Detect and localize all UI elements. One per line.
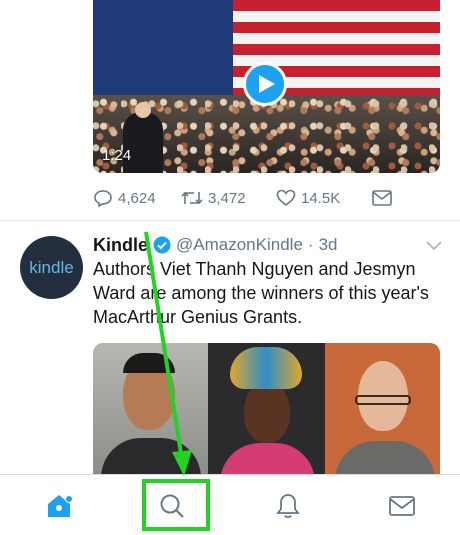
handle-separator: ·	[307, 235, 314, 254]
verified-badge-icon	[153, 236, 171, 254]
like-count: 14.5K	[301, 189, 341, 207]
play-button[interactable]	[243, 62, 287, 106]
heart-icon	[276, 189, 296, 207]
author-handle[interactable]: @AmazonKindle	[176, 235, 303, 255]
media-photo-2[interactable]	[208, 343, 325, 478]
play-icon	[258, 75, 275, 93]
video-duration: 1:24	[102, 147, 132, 164]
media-photo-3[interactable]	[325, 343, 440, 478]
direct-message-button[interactable]	[371, 189, 393, 207]
tweet-header: Kindle @AmazonKindle · 3d	[93, 233, 338, 257]
tab-messages[interactable]	[362, 475, 442, 535]
retweet-icon	[181, 191, 203, 205]
retweet-count: 3,472	[208, 189, 246, 207]
reply-button[interactable]: 4,624	[93, 188, 181, 208]
like-button[interactable]: 14.5K	[276, 188, 371, 208]
tweet-divider	[0, 220, 460, 221]
avatar[interactable]: kindle	[20, 236, 83, 299]
envelope-icon	[372, 190, 392, 206]
tab-home[interactable]	[19, 475, 99, 535]
reply-icon	[94, 190, 112, 208]
tweet-text: Authors Viet Thanh Nguyen and Jesmyn War…	[93, 259, 429, 327]
new-content-dot	[65, 495, 73, 503]
video-thumbnail-flag	[93, 0, 233, 110]
tweet-video[interactable]: 1:24	[93, 0, 440, 173]
retweet-button[interactable]: 3,472	[181, 188, 276, 208]
avatar-logo-text: kindle	[29, 257, 74, 277]
media-photo-1[interactable]	[93, 343, 208, 478]
tweet-menu-button[interactable]	[426, 238, 442, 256]
bottom-tab-bar	[0, 474, 460, 535]
annotation-highlight-box	[142, 479, 210, 531]
bell-icon	[276, 493, 300, 518]
reply-count: 4,624	[118, 189, 156, 207]
tab-notifications[interactable]	[248, 475, 328, 535]
chevron-down-icon	[426, 241, 442, 251]
tweet-media[interactable]	[93, 343, 440, 478]
tweet-time[interactable]: 3d	[319, 235, 338, 255]
author-name[interactable]: Kindle	[93, 235, 148, 256]
tweet-actions: 4,624 3,472 14.5K	[93, 186, 393, 210]
envelope-icon	[389, 495, 415, 516]
